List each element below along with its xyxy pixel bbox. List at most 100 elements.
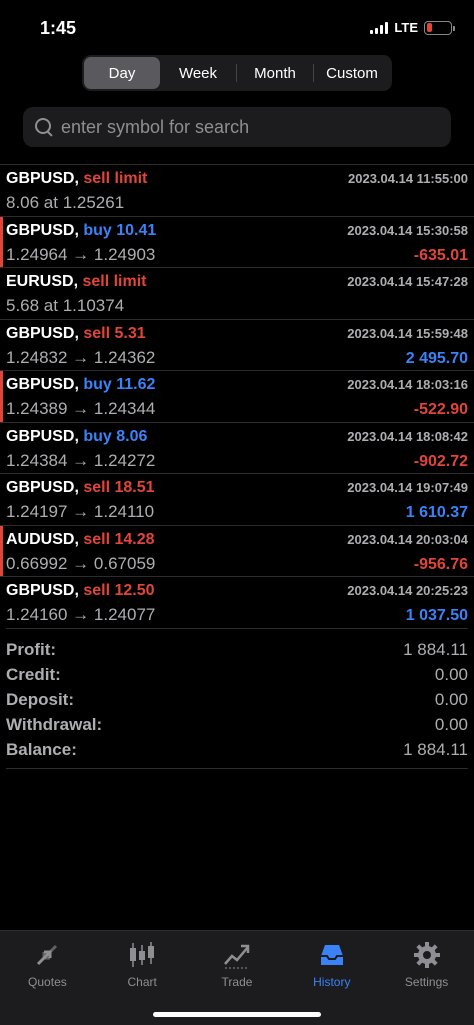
deal-prices: 8.06 at 1.25261 [6,193,125,212]
deal-prices: 1.24964 → 1.24903 [6,244,156,264]
home-indicator [153,1012,321,1017]
summary-label: Withdrawal: [6,714,103,734]
tab-chart[interactable]: Chart [95,931,190,1025]
cellular-signal-icon [370,21,389,34]
summary-credit: Credit: 0.00 [6,662,468,687]
deal-type: sell limit [82,273,147,290]
deal-date: 2023.04.14 15:59:48 [347,325,468,341]
summary-label: Balance: [6,739,77,759]
tab-label: Trade [221,975,253,989]
period-week[interactable]: Week [160,57,236,89]
deal-type: sell limit [83,170,148,187]
deal-symbol: GBPUSD, [6,376,79,393]
deal-profit: -522.90 [413,401,468,418]
status-indicators: LTE [370,20,455,35]
summary-label: Deposit: [6,689,74,709]
deal-date: 2023.04.14 15:30:58 [347,222,468,238]
account-summary: Profit: 1 884.11 Credit: 0.00 Deposit: 0… [6,628,468,769]
deal-row[interactable]: GBPUSD, buy 11.62 2023.04.14 18:03:16 1.… [0,370,474,422]
deal-profit: -956.76 [413,555,468,573]
status-time: 1:45 [40,18,77,38]
deal-prices: 1.24384 → 1.24272 [6,450,156,470]
deal-type: sell 5.31 [83,324,146,342]
deal-prices: 1.24832 → 1.24362 [6,347,156,367]
deal-symbol: GBPUSD, [6,479,79,496]
deal-profit: 1 037.50 [405,607,468,624]
deal-type: buy 8.06 [83,427,148,445]
summary-withdrawal: Withdrawal: 0.00 [6,712,468,737]
summary-balance: Balance: 1 884.11 [6,737,468,762]
quotes-icon [31,939,63,971]
tab-quotes[interactable]: Quotes [0,931,95,1025]
summary-value: 0.00 [434,664,468,684]
summary-profit: Profit: 1 884.11 [6,637,468,662]
search-bar[interactable] [23,107,451,147]
deal-prices: 0.66992 → 0.67059 [6,553,156,573]
deal-row[interactable]: GBPUSD, sell 18.51 2023.04.14 19:07:49 1… [0,473,474,525]
deal-row[interactable]: GBPUSD, buy 10.41 2023.04.14 15:30:58 1.… [0,215,474,268]
deal-row[interactable]: GBPUSD, sell 12.50 2023.04.14 20:25:23 1… [0,576,474,628]
deal-symbol: GBPUSD, [6,324,79,342]
tab-label: History [313,975,351,989]
tab-settings[interactable]: Settings [379,931,474,1025]
summary-value: 1 884.11 [403,639,468,659]
deal-prices: 1.24197 → 1.24110 [6,502,155,521]
deal-symbol: GBPUSD, [6,427,79,445]
period-custom[interactable]: Custom [314,57,390,89]
summary-label: Credit: [6,664,61,684]
deal-date: 2023.04.14 15:47:28 [347,274,468,289]
deal-profit: 1 610.37 [405,504,468,521]
battery-icon [424,20,455,35]
deal-date: 2023.04.14 18:08:42 [347,428,468,444]
tab-trade[interactable]: Trade [190,931,285,1025]
deal-profit: 2 495.70 [405,349,468,367]
deal-row[interactable]: GBPUSD, buy 8.06 2023.04.14 18:08:42 1.2… [0,421,474,474]
deal-prices: 1.24160 → 1.24077 [6,605,156,624]
deal-date: 2023.04.14 19:07:49 [347,480,468,495]
tab-history[interactable]: History [284,931,379,1025]
tab-label: Quotes [28,975,67,989]
deal-row[interactable]: GBPUSD, sell limit 2023.04.14 11:55:00 8… [0,164,474,216]
deal-symbol: AUDUSD, [6,530,79,548]
deals-list: GBPUSD, sell limit 2023.04.14 11:55:00 8… [0,164,474,628]
deal-profit: -635.01 [413,246,468,264]
deal-profit: -902.72 [413,452,468,470]
deal-prices: 5.68 at 1.10374 [6,296,125,315]
deal-date: 2023.04.14 20:03:04 [347,531,468,547]
deal-row[interactable]: GBPUSD, sell 5.31 2023.04.14 15:59:48 1.… [0,318,474,371]
deal-type: sell 12.50 [83,582,155,599]
trade-trend-icon [221,939,253,971]
deal-symbol: EURUSD, [6,273,79,290]
tab-label: Settings [404,975,449,989]
summary-label: Profit: [6,639,57,659]
deal-symbol: GBPUSD, [6,582,79,599]
search-input[interactable] [61,116,451,138]
period-month[interactable]: Month [237,57,313,89]
deal-date: 2023.04.14 11:55:00 [348,171,468,186]
inbox-tray-icon [316,939,348,971]
summary-value: 1 884.11 [403,739,468,759]
search-icon [33,116,55,138]
tab-label: Chart [127,975,157,989]
network-type: LTE [394,20,418,35]
gear-icon [411,939,443,971]
deal-type: buy 11.62 [83,376,156,393]
period-selector: Day Week Month Custom [82,55,392,91]
deal-type: sell 18.51 [83,479,155,496]
candlestick-chart-icon [126,939,158,971]
summary-value: 0.00 [434,689,468,709]
deal-row[interactable]: EURUSD, sell limit 2023.04.14 15:47:28 5… [0,267,474,319]
deal-symbol: GBPUSD, [6,170,79,187]
summary-value: 0.00 [434,714,468,734]
deal-type: sell 14.28 [83,530,155,548]
tab-bar: Quotes Chart Trade History Settings [0,930,474,1025]
deal-type: buy 10.41 [83,221,157,239]
status-bar: 1:45 LTE [0,0,474,58]
deal-date: 2023.04.14 20:25:23 [347,583,468,598]
deal-symbol: GBPUSD, [6,221,79,239]
summary-deposit: Deposit: 0.00 [6,687,468,712]
deal-row[interactable]: AUDUSD, sell 14.28 2023.04.14 20:03:04 0… [0,524,474,577]
deal-prices: 1.24389 → 1.24344 [6,399,156,418]
period-day[interactable]: Day [84,57,160,89]
deal-date: 2023.04.14 18:03:16 [347,377,468,392]
